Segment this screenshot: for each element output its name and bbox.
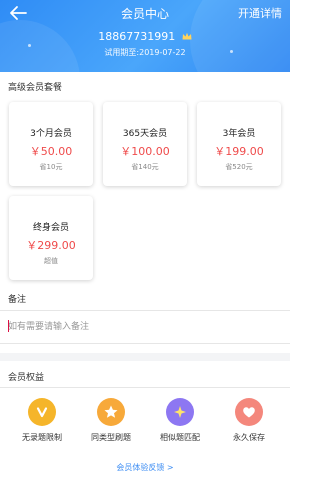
heart-icon (235, 398, 263, 426)
benefits-section-title: 会员权益 (8, 373, 45, 383)
package-card-3-years[interactable]: 3年会员 ￥199.00 省520元 (197, 102, 281, 186)
divider (0, 343, 290, 344)
remark-section-title: 备注 (8, 295, 27, 305)
package-note: 省140元 (131, 163, 159, 171)
user-phone: 18867731991 (0, 30, 290, 43)
header-decoration (0, 20, 80, 72)
membership-details-link[interactable]: 开通详情 (238, 5, 282, 21)
package-note: 超值 (44, 257, 58, 265)
package-name: 3年会员 (222, 129, 256, 139)
package-name: 365天会员 (122, 129, 168, 139)
header-banner: 会员中心 开通详情 18867731991 试用期至:2019-07-22 (0, 0, 290, 72)
packages-section-title: 高级会员套餐 (8, 83, 63, 93)
package-card-365-days[interactable]: 365天会员 ￥100.00 省140元 (103, 102, 187, 186)
benefit-label: 同类型刷题 (91, 433, 131, 442)
package-name: 3个月会员 (30, 129, 72, 139)
package-card-3-months[interactable]: 3个月会员 ￥50.00 省10元 (9, 102, 93, 186)
divider (0, 310, 290, 311)
text-cursor (8, 320, 9, 332)
section-gap (0, 353, 290, 361)
package-price: ￥50.00 (29, 145, 73, 158)
package-price: ￥299.00 (26, 239, 76, 252)
crown-icon (182, 32, 192, 40)
benefit-permanent-save: 永久保存 (213, 398, 285, 443)
package-note: 省10元 (39, 163, 63, 171)
package-name: 终身会员 (32, 223, 69, 233)
benefit-label: 永久保存 (233, 433, 265, 442)
phone-number: 18867731991 (98, 30, 176, 43)
benefit-label: 无录题限制 (22, 433, 62, 442)
sparkle-icon (166, 398, 194, 426)
package-price: ￥100.00 (120, 145, 170, 158)
benefit-label: 相似题匹配 (160, 433, 200, 442)
trial-expiry: 试用期至:2019-07-22 (104, 48, 186, 57)
package-price: ￥199.00 (214, 145, 264, 158)
benefit-same-type-practice: 同类型刷题 (75, 398, 147, 443)
star-icon (97, 398, 125, 426)
benefit-unlimited-entry: 无录题限制 (6, 398, 78, 443)
package-note: 省520元 (225, 163, 253, 171)
member-feedback-link[interactable]: 会员体验反馈 > (0, 462, 290, 473)
remark-input[interactable] (8, 317, 282, 337)
benefit-similar-match: 相似题匹配 (144, 398, 216, 443)
v-badge-icon (28, 398, 56, 426)
divider (0, 387, 290, 388)
package-card-lifetime[interactable]: 终身会员 ￥299.00 超值 (9, 196, 93, 280)
